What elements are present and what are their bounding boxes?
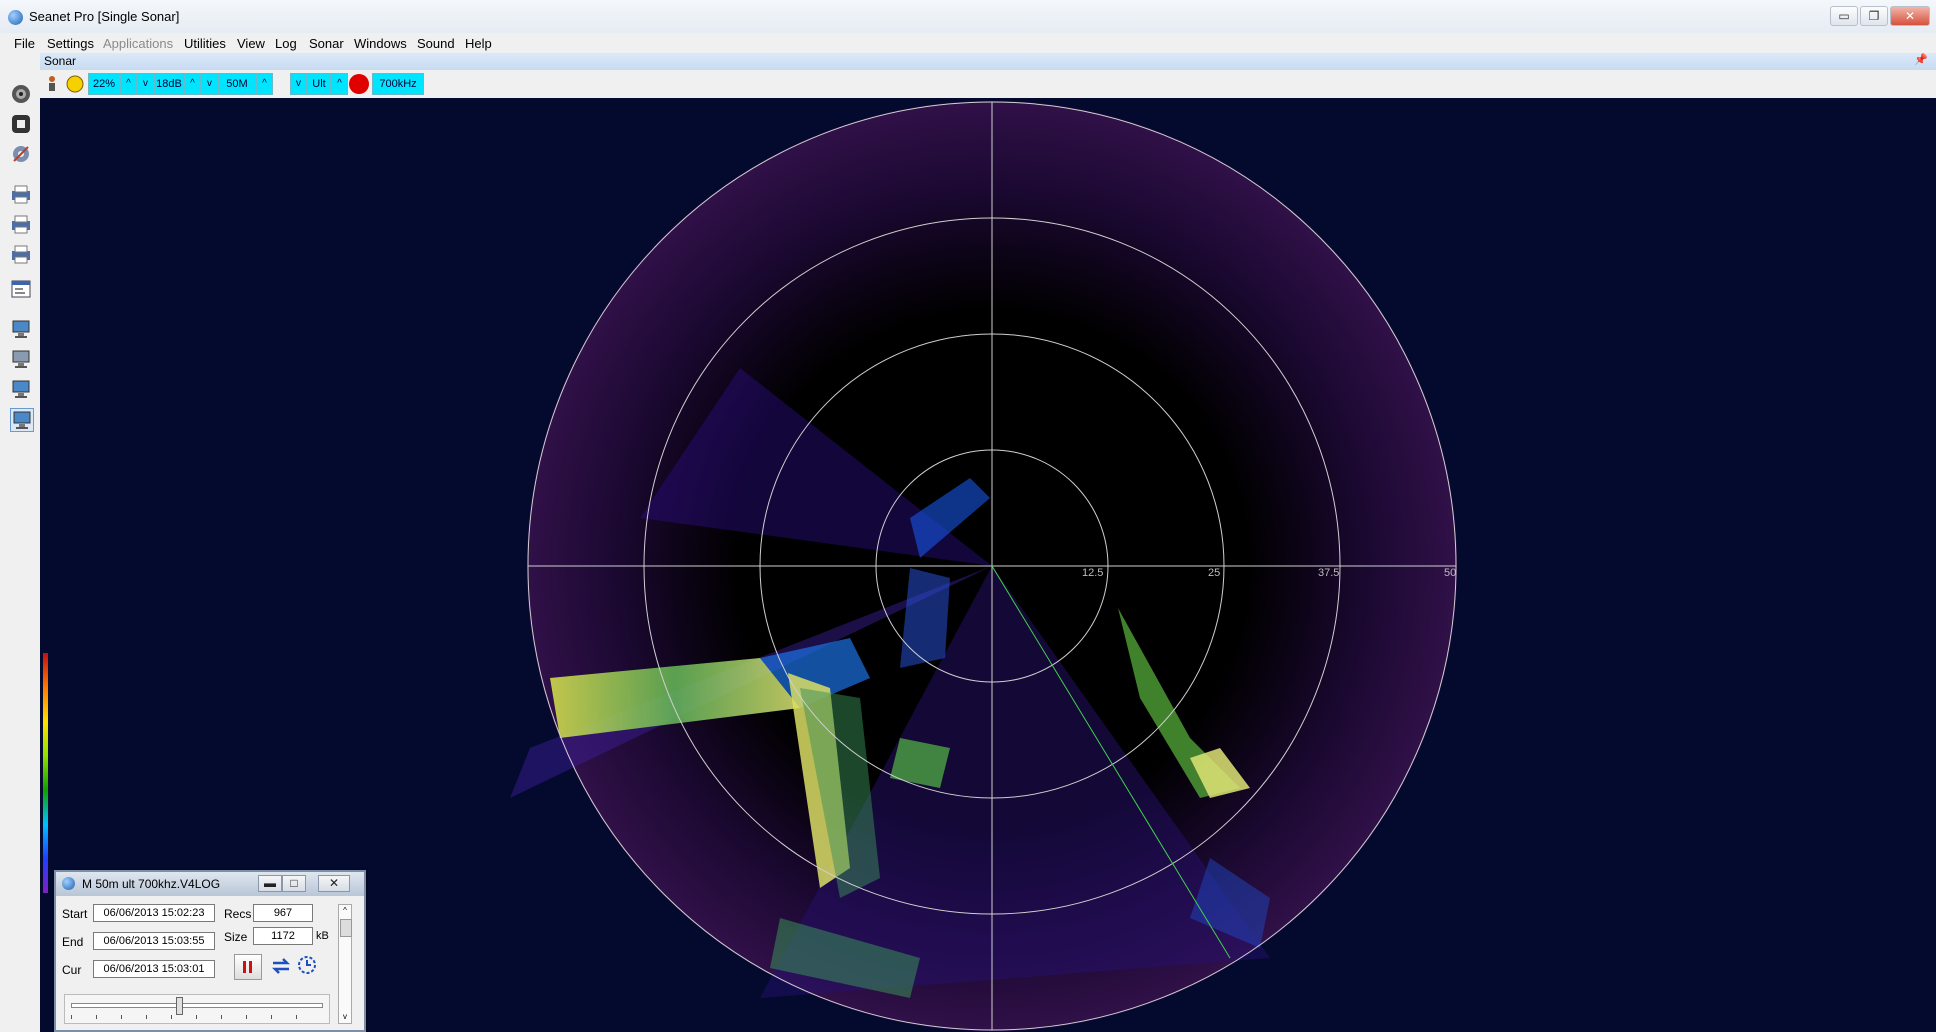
- contrast-up-button[interactable]: ^: [184, 73, 201, 95]
- range-label-37-5: 37.5: [1318, 567, 1339, 579]
- restore-button[interactable]: ❐: [1860, 6, 1888, 26]
- playback-position-slider[interactable]: [64, 994, 330, 1024]
- mode-down-button[interactable]: v: [290, 73, 307, 95]
- target-icon[interactable]: [10, 83, 32, 105]
- mode-value: Ult: [307, 73, 331, 95]
- intensity-color-bar: [43, 653, 48, 893]
- minimize-button[interactable]: ▭: [1830, 6, 1858, 26]
- start-label: Start: [62, 907, 88, 921]
- start-time-field: 06/06/2013 15:02:23: [93, 904, 215, 922]
- close-button[interactable]: ✕: [1890, 6, 1930, 26]
- person-icon[interactable]: [44, 75, 60, 93]
- loop-icon[interactable]: [270, 956, 292, 976]
- menu-sonar[interactable]: Sonar: [309, 36, 344, 51]
- mode-up-button[interactable]: ^: [331, 73, 348, 95]
- range-up-button[interactable]: ^: [256, 73, 273, 95]
- scroll-down-arrow[interactable]: v: [339, 1011, 351, 1023]
- range-value: 50M: [218, 73, 256, 95]
- printer-icon[interactable]: [10, 213, 32, 235]
- title-bar: Seanet Pro [Single Sonar] ▭ ❐ ✕: [0, 0, 1936, 34]
- recs-field: 967: [253, 904, 313, 922]
- app-icon: [62, 877, 75, 890]
- recs-label: Recs: [224, 907, 252, 921]
- menu-applications[interactable]: Applications: [103, 36, 173, 51]
- contrast-value: 18dB: [154, 73, 184, 95]
- app-icon: [8, 10, 23, 25]
- menu-utilities[interactable]: Utilities: [184, 36, 226, 51]
- gain-down-button[interactable]: v: [137, 73, 154, 95]
- size-field: 1172: [253, 927, 313, 945]
- monitor-icon[interactable]: [10, 318, 32, 340]
- monitor-icon[interactable]: [10, 408, 34, 432]
- current-time-field: 06/06/2013 15:03:01: [93, 960, 215, 978]
- slider-ticks: [71, 1015, 321, 1019]
- log-playback-window: M 50m ult 700khz.V4LOG ▬ □ ✕ Start 06/06…: [54, 870, 366, 1032]
- range-label-25: 25: [1208, 567, 1220, 579]
- range-label-50: 50: [1444, 567, 1456, 579]
- gain-value: 22%: [88, 73, 120, 95]
- playback-scrollbar[interactable]: ^ v: [338, 904, 352, 1024]
- sonar-toolbar: 22% ^ v 18dB ^ v 50M ^ v Ult ^ 700kHz: [40, 70, 1936, 99]
- playback-maximize-button[interactable]: □: [282, 875, 306, 892]
- pause-button[interactable]: [234, 954, 262, 980]
- timer-icon[interactable]: [296, 954, 318, 976]
- printer-icon[interactable]: [10, 243, 32, 265]
- monitor-icon[interactable]: [10, 348, 32, 370]
- sonar-panel-header: Sonar 📌: [40, 53, 1936, 71]
- cur-label: Cur: [62, 963, 82, 977]
- size-unit-label: kB: [316, 930, 329, 942]
- playback-close-button[interactable]: ✕: [318, 875, 350, 892]
- left-toolstrip: [0, 53, 41, 1032]
- size-label: Size: [224, 930, 248, 944]
- scroll-up-arrow[interactable]: ^: [339, 905, 351, 917]
- menu-bar: File Settings Applications Utilities Vie…: [0, 33, 1936, 53]
- playback-title: M 50m ult 700khz.V4LOG: [82, 877, 221, 891]
- stop-icon[interactable]: [10, 113, 32, 135]
- menu-file[interactable]: File: [14, 36, 35, 51]
- menu-log[interactable]: Log: [275, 36, 297, 51]
- frequency-value: 700kHz: [372, 73, 424, 95]
- printer-icon[interactable]: [10, 183, 32, 205]
- settings-icon[interactable]: [10, 143, 32, 165]
- range-label-12-5: 12.5: [1082, 567, 1103, 579]
- end-label: End: [62, 935, 84, 949]
- menu-sound[interactable]: Sound: [417, 36, 455, 51]
- menu-settings[interactable]: Settings: [47, 36, 94, 51]
- menu-help[interactable]: Help: [465, 36, 492, 51]
- playback-minimize-button[interactable]: ▬: [258, 875, 282, 892]
- window-icon[interactable]: [10, 278, 32, 300]
- window-title: Seanet Pro [Single Sonar]: [29, 9, 180, 24]
- scroll-thumb[interactable]: [340, 919, 352, 937]
- gain-up-button[interactable]: ^: [120, 73, 137, 95]
- menu-view[interactable]: View: [237, 36, 265, 51]
- slider-thumb[interactable]: [176, 997, 183, 1015]
- sonar-panel-title: Sonar: [44, 54, 77, 68]
- pin-icon[interactable]: 📌: [1914, 53, 1928, 66]
- menu-windows[interactable]: Windows: [354, 36, 407, 51]
- monitor-icon[interactable]: [10, 378, 32, 400]
- record-button[interactable]: [348, 73, 370, 95]
- lamp-icon[interactable]: [65, 74, 85, 94]
- end-time-field: 06/06/2013 15:03:55: [93, 932, 215, 950]
- playback-title-bar[interactable]: M 50m ult 700khz.V4LOG ▬ □ ✕: [56, 872, 364, 896]
- slider-track: [71, 1003, 323, 1008]
- contrast-down-button[interactable]: v: [201, 73, 218, 95]
